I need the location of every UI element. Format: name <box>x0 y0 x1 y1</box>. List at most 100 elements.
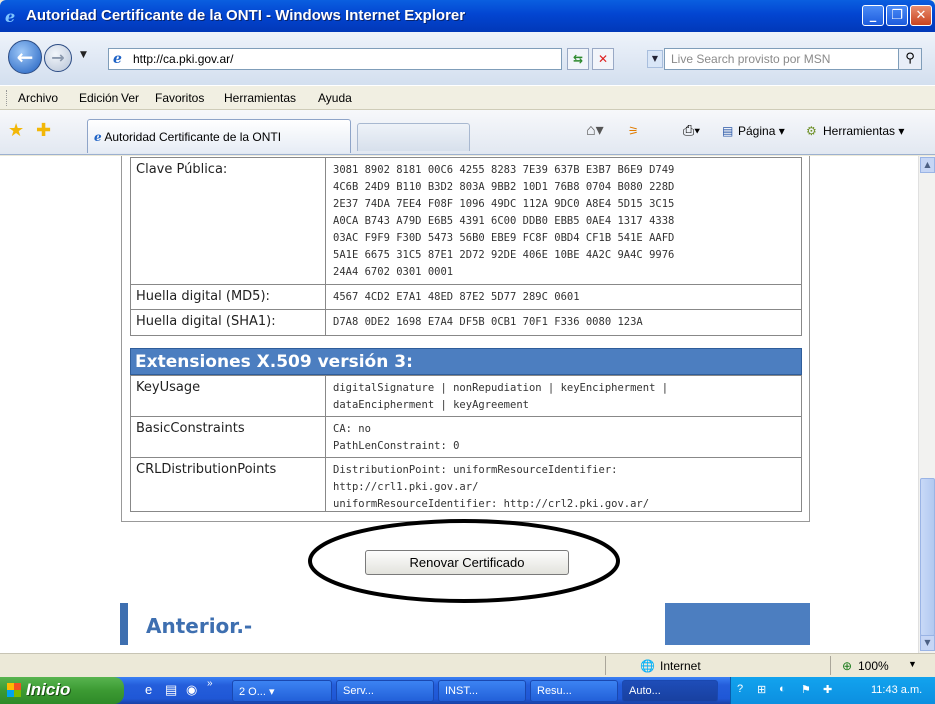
menu-archivo[interactable]: Archivo <box>18 91 58 105</box>
zoom-level[interactable]: 100% <box>858 659 889 673</box>
blue-block <box>665 603 810 645</box>
maximize-button[interactable]: ❐ <box>886 5 908 26</box>
task-serv[interactable]: Serv... <box>336 680 434 702</box>
public-key-label: Clave Pública: <box>131 158 326 284</box>
keyusage-label: KeyUsage <box>131 376 326 416</box>
back-button[interactable]: ← <box>8 40 42 74</box>
menu-edicion[interactable]: Edición <box>79 91 118 105</box>
crl-label: CRLDistributionPoints <box>131 458 326 511</box>
tools-menu[interactable]: Herramientas ▾ <box>823 124 904 138</box>
add-favorites-star-icon[interactable]: ✚ <box>36 120 51 141</box>
task-auto[interactable]: Auto... <box>622 680 718 702</box>
keyusage-row: KeyUsage digitalSignature | nonRepudiati… <box>130 375 802 417</box>
renovar-certificado-button[interactable]: Renovar Certificado <box>365 550 569 575</box>
page-content: Clave Pública: 3081 8902 8181 00C6 4255 … <box>0 156 918 653</box>
windows-logo-icon <box>7 683 21 697</box>
address-url[interactable]: http://ca.pki.gov.ar/ <box>133 52 234 66</box>
address-dropdown-icon[interactable]: ▼ <box>647 50 663 68</box>
page-menu[interactable]: Página ▾ <box>738 124 785 138</box>
extensions-header: Extensiones X.509 versión 3: <box>130 348 802 375</box>
quicklaunch-ie-icon[interactable]: e <box>145 682 152 697</box>
menu-ver[interactable]: Ver <box>121 91 139 105</box>
address-bar[interactable]: e http://ca.pki.gov.ar/ ▼ <box>108 48 663 70</box>
feeds-icon[interactable]: ⚞ <box>628 124 639 138</box>
stop-icon[interactable]: ✕ <box>592 48 614 70</box>
close-button[interactable]: ✕ <box>910 5 932 26</box>
scrollbar-thumb[interactable] <box>920 478 935 636</box>
start-button[interactable]: Inicio <box>0 677 124 704</box>
task-label: 2 O... <box>239 686 266 698</box>
task-label: Auto... <box>629 685 661 697</box>
internet-zone-icon: 🌐 <box>640 659 655 673</box>
task-2-o[interactable]: 2 O... ▾ <box>232 680 332 702</box>
forward-button[interactable]: → <box>44 44 72 72</box>
basic-constraints-value: CA: no PathLenConstraint: 0 <box>333 423 460 452</box>
minimize-button[interactable]: _ <box>862 5 884 26</box>
ie-logo-icon: e <box>5 7 16 26</box>
page-icon[interactable]: ▤ <box>722 124 733 138</box>
quicklaunch-more-icon[interactable]: » <box>207 678 213 689</box>
ie-tab-icon: e <box>94 130 102 144</box>
tools-gear-icon[interactable]: ⚙ <box>806 124 817 138</box>
window-title: Autoridad Certificante de la ONTI - Wind… <box>26 7 466 24</box>
md5-row: Huella digital (MD5): 4567 4CD2 E7A1 48E… <box>130 284 802 310</box>
certificate-panel: Clave Pública: 3081 8902 8181 00C6 4255 … <box>121 156 810 522</box>
toolbar-grip[interactable] <box>6 90 9 106</box>
task-inst[interactable]: INST... <box>438 680 526 702</box>
sha1-row: Huella digital (SHA1): D7A8 0DE2 1698 E7… <box>130 309 802 336</box>
md5-value: 4567 4CD2 E7A1 48ED 87E2 5D77 289C 0601 <box>333 291 580 303</box>
public-key-value: 3081 8902 8181 00C6 4255 8283 7E39 637B … <box>333 164 675 278</box>
taskbar: Inicio e ▤ ◉ » 2 O... ▾ Serv... INST... … <box>0 677 935 704</box>
sha1-label: Huella digital (SHA1): <box>131 310 326 335</box>
network-tray-icon[interactable]: ⊞ <box>757 683 766 696</box>
menu-ayuda[interactable]: Ayuda <box>318 91 352 105</box>
anterior-heading: Anterior.- <box>120 603 252 645</box>
security-zone-label: Internet <box>660 659 701 673</box>
help-tray-icon[interactable]: ? <box>737 683 743 695</box>
scroll-down-icon[interactable]: ▼ <box>920 635 935 651</box>
ie-window: e Autoridad Certificante de la ONTI - Wi… <box>0 0 935 704</box>
keyusage-value: digitalSignature | nonRepudiation | keyE… <box>333 382 669 411</box>
zoom-icon[interactable]: ⊕ <box>842 659 852 673</box>
menu-herramientas[interactable]: Herramientas <box>224 91 296 105</box>
basic-constraints-label: BasicConstraints <box>131 417 326 457</box>
page-icon: e <box>113 51 122 67</box>
zoom-dropdown-icon[interactable]: ▼ <box>908 659 917 669</box>
tab-bar: ★ ✚ e Autoridad Certificante de la ONTI … <box>0 110 935 155</box>
search-input[interactable]: Live Search provisto por MSN <box>664 48 912 70</box>
title-bar[interactable]: e Autoridad Certificante de la ONTI - Wi… <box>0 0 935 32</box>
basic-constraints-row: BasicConstraints CA: no PathLenConstrain… <box>130 416 802 458</box>
task-label: INST... <box>445 685 479 697</box>
print-icon[interactable]: ⎙▾ <box>683 122 700 139</box>
public-key-row: Clave Pública: 3081 8902 8181 00C6 4255 … <box>130 157 802 285</box>
sha1-value: D7A8 0DE2 1698 E7A4 DF5B 0CB1 70F1 F336 … <box>333 316 643 328</box>
tab-title: Autoridad Certificante de la ONTI <box>104 130 282 144</box>
home-icon[interactable]: ⌂▾ <box>586 120 604 140</box>
quicklaunch-media-icon[interactable]: ◉ <box>186 682 197 698</box>
start-label: Inicio <box>26 680 71 699</box>
vertical-scrollbar[interactable]: ▲ ▼ <box>918 156 935 653</box>
antivirus-tray-icon[interactable]: ✚ <box>823 683 832 696</box>
clock[interactable]: 11:43 a.m. <box>871 684 922 696</box>
status-bar: 🌐 Internet ⊕ 100% ▼ <box>0 653 935 677</box>
crl-row: CRLDistributionPoints DistributionPoint:… <box>130 457 802 512</box>
refresh-icon[interactable]: ⇆ <box>567 48 589 70</box>
quicklaunch-desktop-icon[interactable]: ▤ <box>165 682 177 698</box>
md5-label: Huella digital (MD5): <box>131 285 326 309</box>
crl-value: DistributionPoint: uniformResourceIdenti… <box>333 464 650 510</box>
security-tray-icon[interactable]: ⚑ <box>801 683 811 696</box>
task-resu[interactable]: Resu... <box>530 680 618 702</box>
system-tray: ? ⊞ ◐ ⚑ ✚ 11:43 a.m. <box>730 677 935 704</box>
recent-pages-dropdown-icon[interactable]: ▼ <box>80 50 87 60</box>
task-label: Resu... <box>537 685 572 697</box>
tab-autoridad-certificante[interactable]: e Autoridad Certificante de la ONTI <box>87 119 351 153</box>
address-toolbar: ← → ▼ e http://ca.pki.gov.ar/ ▼ ⇆ ✕ Live… <box>0 32 935 85</box>
volume-tray-icon[interactable]: ◐ <box>779 683 786 695</box>
task-label: Serv... <box>343 685 374 697</box>
scroll-up-icon[interactable]: ▲ <box>920 157 935 173</box>
menu-favoritos[interactable]: Favoritos <box>155 91 204 105</box>
favorites-center-star-icon[interactable]: ★ <box>8 120 24 141</box>
menu-bar: Archivo Edición Ver Favoritos Herramient… <box>0 85 935 110</box>
new-tab-button[interactable] <box>357 123 470 151</box>
search-icon[interactable]: ⚲ <box>898 48 922 70</box>
